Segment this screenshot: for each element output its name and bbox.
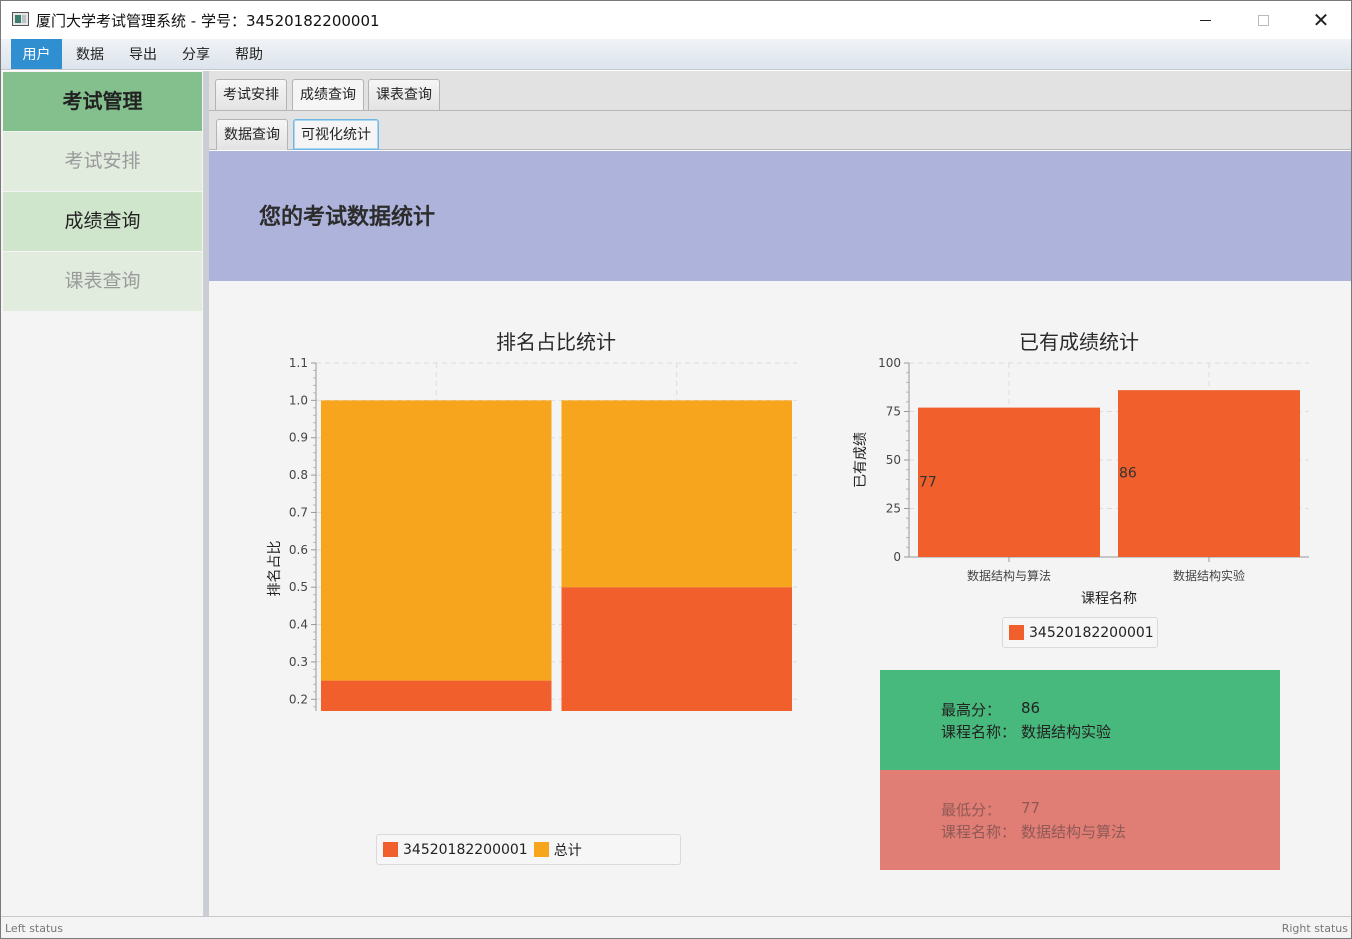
y-tick-label: 0.6 xyxy=(289,543,308,557)
tab-exam-schedule[interactable]: 考试安排 xyxy=(215,79,287,110)
tab-data-query[interactable]: 数据查询 xyxy=(216,119,288,150)
bar xyxy=(918,407,1100,557)
primary-tab-bar: 考试安排 成绩查询 课表查询 xyxy=(209,71,1351,111)
menu-export[interactable]: 导出 xyxy=(118,39,168,69)
highest-score-value: 86 xyxy=(1021,699,1041,717)
highest-score-card: 最高分： 86 课程名称： 数据结构实验 xyxy=(880,670,1280,770)
app-icon xyxy=(12,12,29,26)
status-right: Right status xyxy=(1281,922,1348,935)
y-axis-label: 已有成绩 xyxy=(853,432,869,488)
lowest-course-label: 课程名称： xyxy=(941,823,1017,841)
title-bar: 厦门大学考试管理系统 - 学号：34520182200001 ✕ xyxy=(1,1,1351,39)
chart2-legend: 34520182200001 xyxy=(1002,617,1158,648)
close-button[interactable]: ✕ xyxy=(1292,1,1350,39)
sidebar-item-timetable[interactable]: 课表查询 xyxy=(3,252,202,311)
minimize-button[interactable] xyxy=(1176,1,1234,39)
legend-entry: 34520182200001 xyxy=(1009,625,1154,641)
score-chart: 0 25 50 75 100 数据结构与算法 数据结构实验 77 86 课程名称 已有成绩 xyxy=(853,356,1309,607)
y-tick-label: 0 xyxy=(893,550,901,564)
y-tick-label: 50 xyxy=(886,453,901,467)
legend-swatch xyxy=(533,842,549,857)
maximize-button[interactable] xyxy=(1234,1,1292,39)
y-tick-label: 0.7 xyxy=(289,505,308,519)
close-icon: ✕ xyxy=(1312,8,1330,32)
tab-timetable[interactable]: 课表查询 xyxy=(368,79,440,110)
y-tick-label: 0.5 xyxy=(289,580,308,594)
y-tick-label: 0.3 xyxy=(289,655,308,669)
y-tick-label: 100 xyxy=(878,356,901,370)
banner: 您的考试数据统计 xyxy=(209,151,1351,281)
legend-label: 总计 xyxy=(553,842,582,859)
tab-visual-stats[interactable]: 可视化统计 xyxy=(293,119,379,150)
y-tick-label: 25 xyxy=(886,502,901,516)
data-label: 77 xyxy=(919,474,937,490)
sidebar-item-grade-query[interactable]: 成绩查询 xyxy=(3,192,202,251)
rank-ratio-chart: 0.00.10.20.30.40.50.60.70.80.91.01.1数据结构… xyxy=(267,356,797,711)
y-tick-label: 0.8 xyxy=(289,468,308,482)
menu-help[interactable]: 帮助 xyxy=(224,39,274,69)
menu-bar: 用户 数据 导出 分享 帮助 xyxy=(1,39,1351,70)
legend-entry: 总计 xyxy=(533,840,582,860)
bar xyxy=(321,400,552,681)
lowest-score-value: 77 xyxy=(1021,799,1041,817)
status-bar: Left status Right status xyxy=(1,916,1351,938)
window-title: 厦门大学考试管理系统 - 学号：34520182200001 xyxy=(36,12,380,30)
menu-share[interactable]: 分享 xyxy=(171,39,221,69)
y-tick-label: 0.9 xyxy=(289,431,308,445)
data-label: 86 xyxy=(1119,466,1137,482)
menu-data[interactable]: 数据 xyxy=(65,39,115,69)
y-tick-label: 0.2 xyxy=(289,692,308,706)
page-title: 您的考试数据统计 xyxy=(259,205,436,230)
y-tick-label: 1.1 xyxy=(289,356,308,370)
x-tick-label: 数据结构与算法 xyxy=(967,568,1051,583)
legend-swatch xyxy=(1009,625,1024,640)
maximize-icon xyxy=(1257,14,1269,26)
y-axis-label: 排名占比 xyxy=(267,541,283,597)
highest-course-label: 课程名称： xyxy=(941,723,1017,741)
y-tick-label: 0.4 xyxy=(289,618,308,632)
content-panel: 您的考试数据统计 排名占比统计 0.00.10.20.30.40.50.60.7… xyxy=(209,151,1351,916)
sidebar: 考试管理 考试安排 成绩查询 课表查询 xyxy=(1,71,204,916)
highest-score-label: 最高分： xyxy=(941,701,1002,719)
legend-label: 34520182200001 xyxy=(1029,624,1154,641)
status-left: Left status xyxy=(5,922,63,935)
chart1-legend: 34520182200001 总计 xyxy=(376,834,681,865)
lowest-course-value: 数据结构与算法 xyxy=(1021,823,1127,841)
minimize-icon xyxy=(1199,19,1211,21)
lowest-score-card: 最低分： 77 课程名称： 数据结构与算法 xyxy=(880,770,1280,870)
x-axis-label: 课程名称 xyxy=(1081,591,1137,607)
y-tick-label: 1.0 xyxy=(289,393,308,407)
secondary-tab-bar: 数据查询 可视化统计 xyxy=(209,111,1351,150)
legend-swatch xyxy=(383,842,398,857)
bar xyxy=(561,400,792,588)
bar xyxy=(1118,390,1300,557)
tab-grade-query[interactable]: 成绩查询 xyxy=(292,79,364,110)
legend-label: 34520182200001 xyxy=(403,841,528,858)
sidebar-header: 考试管理 xyxy=(3,72,202,131)
bar xyxy=(321,680,552,711)
legend-entry: 34520182200001 xyxy=(383,842,528,858)
lowest-score-label: 最低分： xyxy=(941,801,1002,819)
bar xyxy=(561,587,792,711)
highest-course-value: 数据结构实验 xyxy=(1021,723,1112,741)
app-window: 厦门大学考试管理系统 - 学号：34520182200001 ✕ 用户 数据 导… xyxy=(0,0,1352,939)
menu-user[interactable]: 用户 xyxy=(11,39,62,69)
y-tick-label: 75 xyxy=(886,405,901,419)
x-tick-label: 数据结构实验 xyxy=(1173,568,1245,583)
sidebar-item-exam-schedule[interactable]: 考试安排 xyxy=(3,132,202,191)
